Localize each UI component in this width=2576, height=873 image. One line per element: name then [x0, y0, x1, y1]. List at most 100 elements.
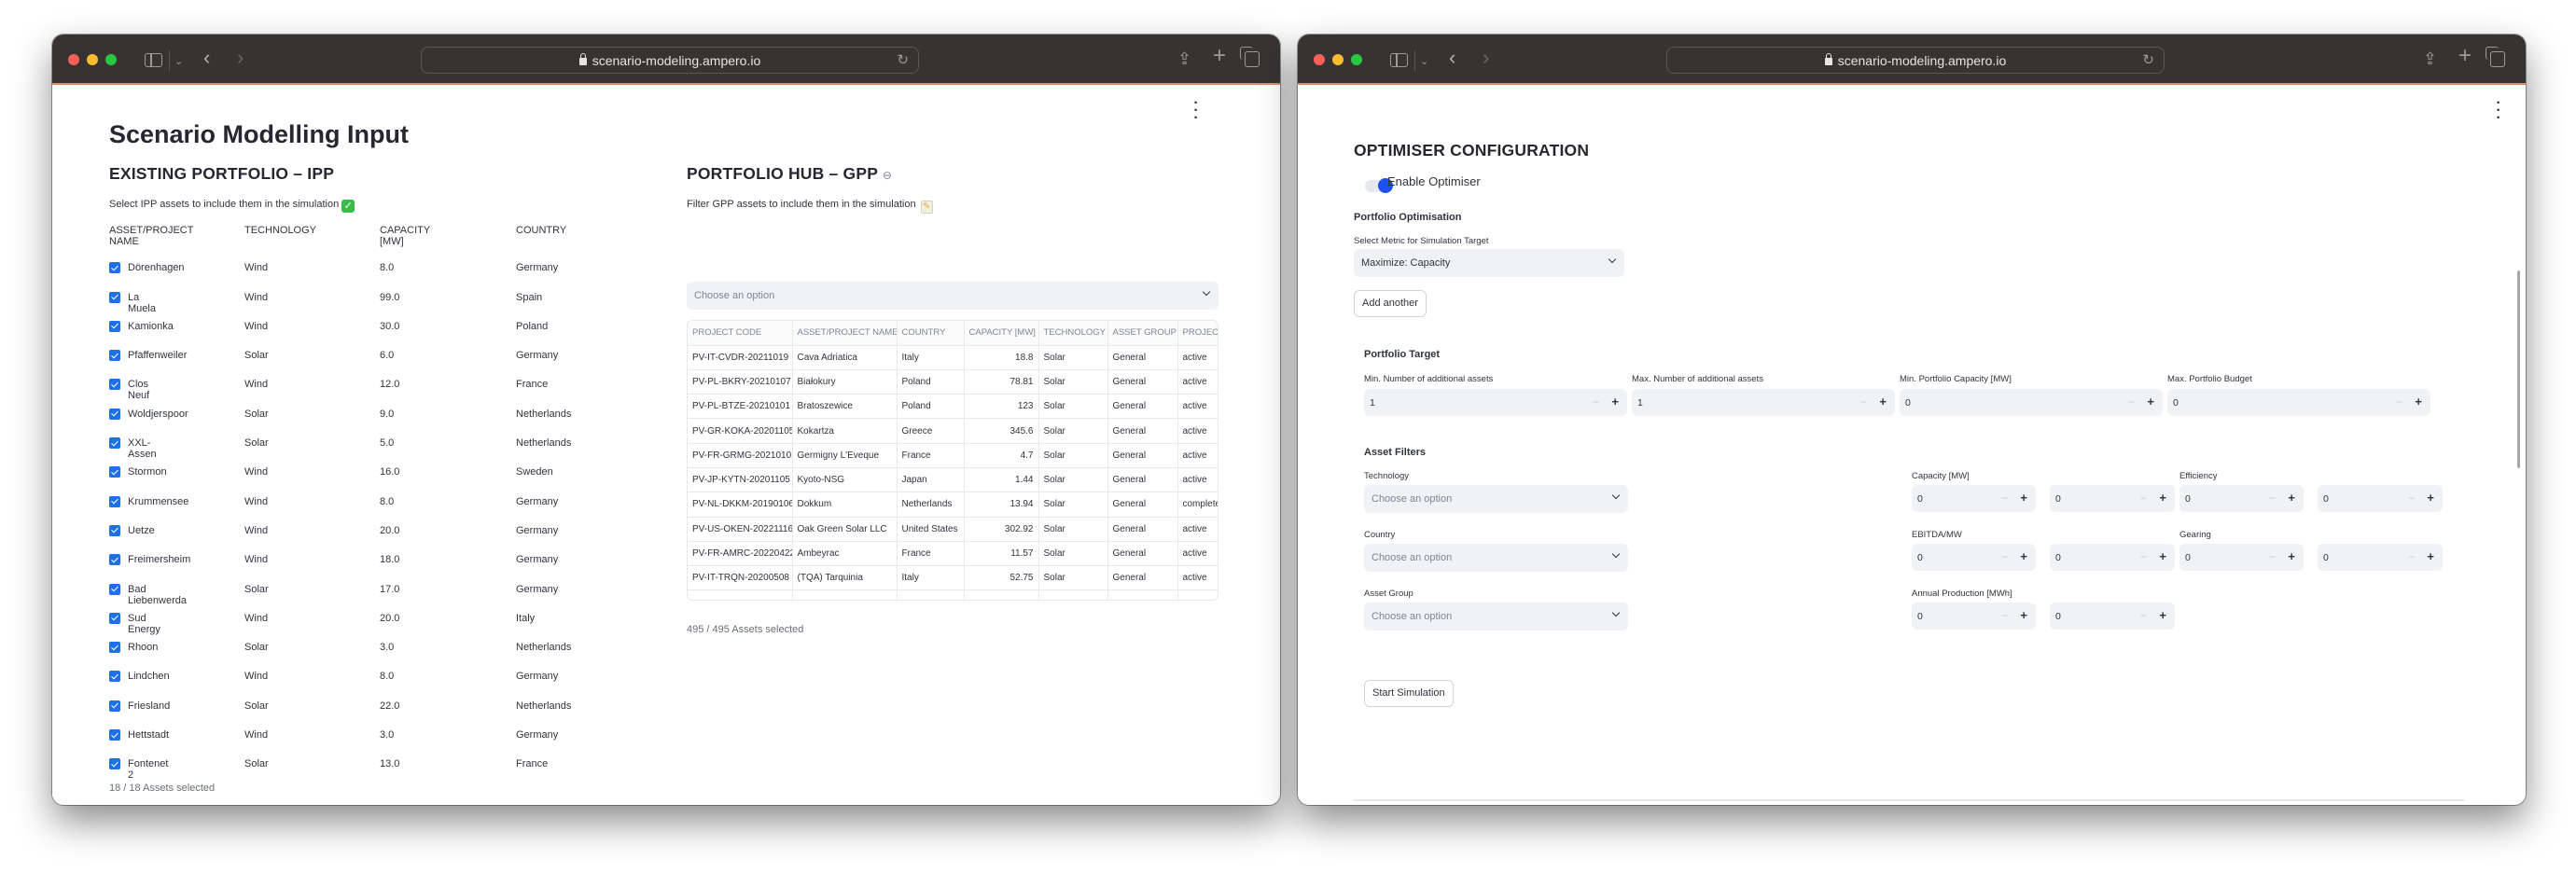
number-value[interactable]: 0	[2323, 493, 2329, 505]
back-icon[interactable]: ‹	[203, 46, 210, 70]
asset-checkbox[interactable]	[109, 758, 120, 770]
target-number-input[interactable]: 0 − +	[2167, 389, 2430, 416]
tabs-overview-icon[interactable]	[1240, 47, 1260, 67]
target-number-input[interactable]: 1 − +	[1632, 389, 1895, 416]
increment-button[interactable]: +	[2159, 608, 2166, 622]
column-header[interactable]: COUNTRY	[897, 321, 965, 346]
asset-checkbox[interactable]	[109, 671, 120, 683]
range-max-input[interactable]: 0 − +	[2050, 485, 2175, 512]
decrement-button[interactable]: −	[2140, 492, 2147, 505]
number-value[interactable]: 0	[2185, 493, 2191, 505]
target-number-input[interactable]: 0 − +	[1900, 389, 2163, 416]
asset-checkbox[interactable]	[109, 524, 120, 536]
zoom-window-button[interactable]	[105, 54, 117, 65]
number-value[interactable]: 1	[1637, 397, 1643, 409]
range-max-input[interactable]: 0 − +	[2050, 603, 2175, 630]
increment-button[interactable]: +	[2288, 491, 2295, 505]
number-value[interactable]: 0	[2173, 397, 2179, 409]
table-row[interactable]: PV-PL-BTZE-20210101 Bratoszewice Poland 123…	[688, 394, 1218, 420]
column-header[interactable]: PROJECT CODE	[688, 321, 793, 346]
column-header[interactable]: ASSET/PROJECT NAME	[792, 321, 898, 346]
zoom-window-button[interactable]	[1351, 54, 1362, 65]
filter-select[interactable]: Choose an option	[1364, 485, 1628, 513]
number-value[interactable]: 0	[2055, 611, 2061, 622]
main-menu-icon[interactable]: · · ·	[2496, 96, 2501, 126]
number-value[interactable]: 0	[1905, 397, 1911, 409]
increment-button[interactable]: +	[2415, 395, 2422, 409]
increment-button[interactable]: +	[2288, 549, 2295, 563]
minimize-window-button[interactable]	[87, 54, 98, 65]
range-min-input[interactable]: 0 − +	[2179, 485, 2304, 512]
filter-select[interactable]: Choose an option	[1364, 603, 1628, 630]
range-min-input[interactable]: 0 − +	[1912, 485, 2036, 512]
asset-checkbox[interactable]	[109, 437, 120, 450]
range-min-input[interactable]: 0 − +	[1912, 544, 2036, 571]
address-bar[interactable]: scenario-modeling.ampero.io ↻	[421, 47, 919, 74]
new-tab-icon[interactable]: +	[1213, 44, 1226, 68]
gpp-filter-select[interactable]: Choose an option	[687, 282, 1218, 310]
range-max-input[interactable]: 0 − +	[2050, 544, 2175, 571]
asset-checkbox[interactable]	[109, 320, 120, 332]
asset-checkbox[interactable]	[109, 291, 120, 303]
column-header[interactable]: CAPACITY [MW]	[964, 321, 1039, 346]
start-simulation-button[interactable]: Start Simulation	[1364, 680, 1454, 707]
table-row[interactable]: PV-GR-KOKA-20201105 Kokartza Greece 345.6 So…	[688, 418, 1218, 444]
decrement-button[interactable]: −	[2128, 395, 2135, 409]
increment-button[interactable]: +	[2020, 608, 2027, 622]
chevron-down-icon[interactable]: ⌄	[1420, 49, 1428, 74]
asset-checkbox[interactable]	[109, 583, 120, 595]
decrement-button[interactable]: −	[1860, 395, 1867, 409]
back-icon[interactable]: ‹	[1449, 46, 1455, 70]
asset-checkbox[interactable]	[109, 729, 120, 741]
decrement-button[interactable]: −	[2001, 550, 2008, 563]
target-number-input[interactable]: 1 − +	[1364, 389, 1627, 416]
asset-checkbox[interactable]	[109, 408, 120, 420]
range-min-input[interactable]: 0 − +	[2179, 544, 2304, 571]
asset-checkbox[interactable]	[109, 700, 120, 712]
asset-checkbox[interactable]	[109, 350, 120, 362]
asset-checkbox[interactable]	[109, 554, 120, 566]
gpp-data-table[interactable]: PROJECT CODE ASSET/PROJECT NAME COUNTRY …	[687, 320, 1218, 601]
column-header[interactable]: ASSET GROUP	[1107, 321, 1178, 346]
range-min-input[interactable]: 0 − +	[1912, 603, 2036, 630]
table-row[interactable]: PV-PL-BKRY-20210107 Białokury Poland 78.81 S…	[688, 369, 1218, 395]
minimize-window-button[interactable]	[1332, 54, 1344, 65]
tabs-overview-icon[interactable]	[2485, 47, 2505, 67]
increment-button[interactable]: +	[2020, 549, 2027, 563]
table-row[interactable]: PV-IT-TRQN-20200508 (TQA) Tarquinia Italy 5…	[688, 565, 1218, 591]
reload-icon[interactable]: ↻	[2142, 51, 2154, 68]
link-icon[interactable]: ⊖	[883, 169, 892, 182]
close-window-button[interactable]	[68, 54, 79, 65]
close-window-button[interactable]	[1314, 54, 1325, 65]
decrement-button[interactable]: −	[2140, 609, 2147, 622]
table-row[interactable]: PV-JP-KYTN-20201105 Kyoto-NSG Japan 1.44 Sol…	[688, 467, 1218, 493]
column-header[interactable]: TECHNOLOGY	[1038, 321, 1108, 346]
forward-icon[interactable]: ›	[237, 46, 244, 70]
asset-checkbox[interactable]	[109, 495, 120, 507]
increment-button[interactable]: +	[2147, 395, 2154, 409]
decrement-button[interactable]: −	[2140, 550, 2147, 563]
decrement-button[interactable]: −	[2408, 550, 2415, 563]
increment-button[interactable]: +	[2159, 549, 2166, 563]
number-value[interactable]: 0	[1917, 611, 1923, 622]
increment-button[interactable]: +	[2020, 491, 2027, 505]
asset-checkbox[interactable]	[109, 612, 120, 624]
asset-checkbox[interactable]	[109, 466, 120, 478]
table-row[interactable]: PV-FR-AMRC-20220422 Ambeyrac France 11.57 So…	[688, 541, 1218, 567]
table-row[interactable]: PV-NL-DKKM-20190106 Dokkum Netherlands 13.9…	[688, 492, 1218, 518]
metric-select[interactable]: Maximize: Capacity	[1354, 249, 1624, 277]
range-max-input[interactable]: 0 − +	[2318, 485, 2443, 512]
decrement-button[interactable]: −	[2001, 492, 2008, 505]
asset-checkbox[interactable]	[109, 262, 120, 274]
decrement-button[interactable]: −	[2269, 550, 2276, 563]
asset-checkbox[interactable]	[109, 642, 120, 654]
main-menu-icon[interactable]: · · ·	[1193, 96, 1199, 126]
table-row[interactable]	[688, 589, 1218, 600]
add-another-button[interactable]: Add another	[1354, 290, 1427, 317]
range-max-input[interactable]: 0 − +	[2318, 544, 2443, 571]
forward-icon[interactable]: ›	[1483, 46, 1489, 70]
share-icon[interactable]: ⇪	[2423, 47, 2437, 71]
decrement-button[interactable]: −	[2396, 395, 2402, 409]
decrement-button[interactable]: −	[1593, 395, 1599, 409]
share-icon[interactable]: ⇪	[1177, 47, 1191, 71]
